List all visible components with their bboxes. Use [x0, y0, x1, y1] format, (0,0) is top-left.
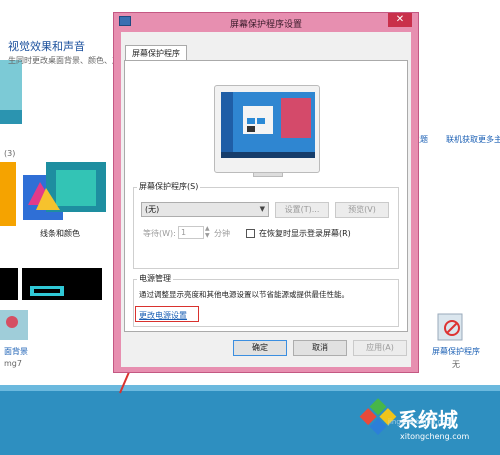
theme-label[interactable]: 线条和颜色: [40, 228, 80, 239]
preview-screen: [221, 92, 315, 158]
preview-desktop-image: [221, 92, 315, 158]
chevron-down-icon: ▼: [259, 205, 265, 213]
screensaver-settings-dialog: 屏幕保护程序设置 ✕ 屏幕保护程序 屏幕保护程序(S) (无) ▼ 设置(T).…: [113, 12, 419, 373]
dialog-title: 屏幕保护程序设置: [229, 20, 302, 30]
screensaver-select[interactable]: (无) ▼: [141, 202, 269, 217]
screensaver-link[interactable]: 屏幕保护程序: [432, 346, 480, 357]
tab-panel: 屏幕保护程序(S) (无) ▼ 设置(T)... 预览(V) 等待(W): 1 …: [124, 60, 408, 332]
close-button[interactable]: ✕: [388, 13, 412, 27]
close-icon: ✕: [395, 14, 405, 25]
ok-button[interactable]: 确定: [233, 340, 287, 356]
resume-checkbox-label[interactable]: 在恢复时显示登录屏幕(R): [259, 228, 351, 239]
dialog-titlebar[interactable]: 屏幕保护程序设置 ✕: [114, 13, 418, 31]
settings-button[interactable]: 设置(T)...: [275, 202, 329, 218]
preview-button[interactable]: 预览(V): [335, 202, 389, 218]
screensaver-select-value: (无): [145, 205, 160, 214]
screensaver-value: 无: [452, 360, 460, 369]
screensaver-group-label: 屏幕保护程序(S): [137, 181, 201, 192]
monitor-stand: [253, 172, 283, 177]
power-group-label: 电源管理: [137, 273, 173, 284]
minutes-label: 分钟: [214, 229, 230, 238]
wait-spinner-icon[interactable]: ▲ ▼: [205, 225, 210, 239]
highlight-box: [135, 306, 199, 322]
wait-label: 等待(W):: [143, 229, 176, 238]
desktop-background-sub: mg7: [4, 359, 22, 368]
wait-input[interactable]: 1: [178, 226, 204, 239]
monitor-preview: [214, 85, 320, 177]
get-more-themes-link[interactable]: 联机获取更多主: [446, 134, 500, 145]
apply-button[interactable]: 应用(A): [353, 340, 407, 356]
power-description: 通过调整显示亮度和其他电源设置以节省能源或提供最佳性能。: [139, 290, 349, 299]
watermark-domain: xitongcheng.com: [400, 432, 470, 441]
background-window-title: 视觉效果和声音: [8, 40, 85, 53]
theme-group-count: (3): [4, 149, 16, 158]
wait-value: 1: [181, 228, 187, 237]
tab-screensaver[interactable]: 屏幕保护程序: [125, 45, 187, 61]
cancel-button[interactable]: 取消: [293, 340, 347, 356]
desktop-background-label[interactable]: 面背景: [4, 346, 28, 357]
resume-checkbox[interactable]: [246, 229, 255, 238]
watermark-faint: jingyan.baidu.com: [388, 418, 453, 426]
dialog-client-area: 屏幕保护程序 屏幕保护程序(S) (无) ▼ 设置(T)... 预览(V) 等待…: [121, 32, 411, 367]
